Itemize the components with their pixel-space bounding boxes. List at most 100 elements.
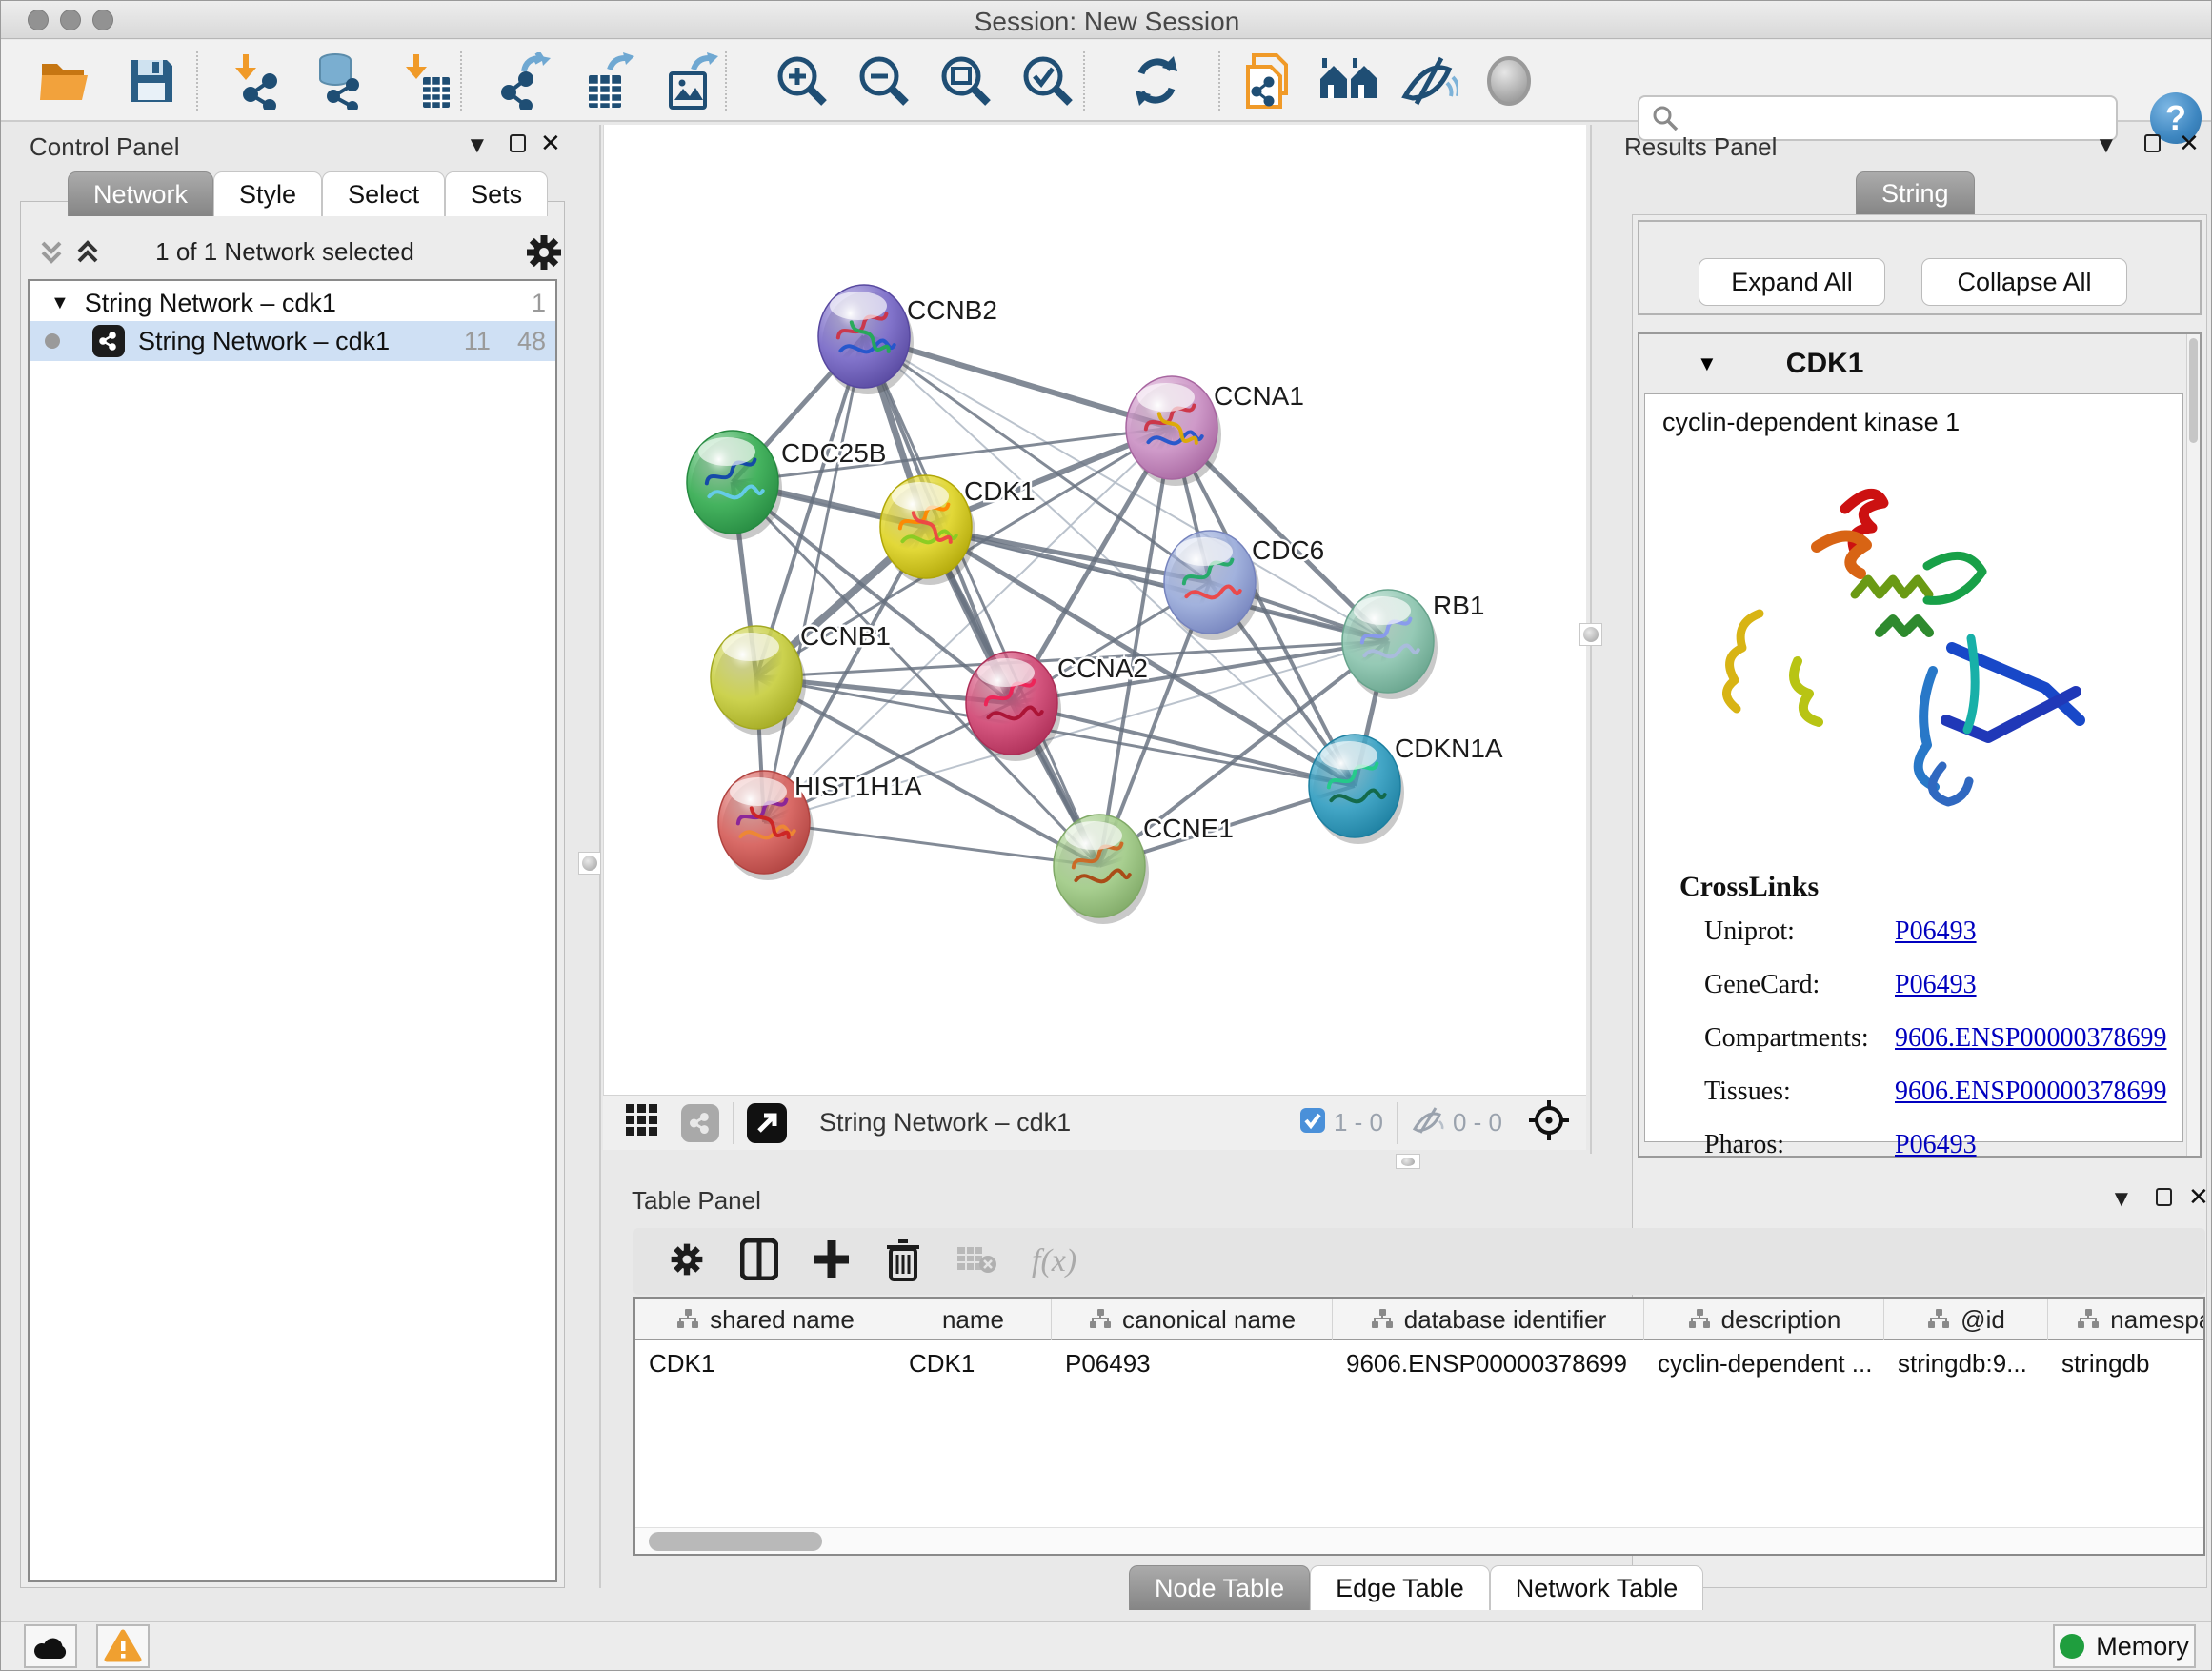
network-node-RB1[interactable] bbox=[1342, 590, 1438, 699]
zoom-out-icon[interactable] bbox=[853, 50, 915, 112]
table-cell[interactable]: P06493 bbox=[1052, 1344, 1333, 1382]
grid-view-icon[interactable] bbox=[624, 1102, 660, 1143]
column-header-database-identifier[interactable]: database identifier bbox=[1333, 1299, 1644, 1340]
expand-all-button[interactable]: Expand All bbox=[1699, 258, 1885, 306]
table-cell[interactable]: cyclin-dependent ... bbox=[1644, 1344, 1884, 1382]
table-panel-close-icon[interactable]: ✕ bbox=[2188, 1182, 2209, 1212]
crosslink-value-link[interactable]: 9606.ENSP00000378699 bbox=[1895, 1023, 2166, 1054]
zoom-in-icon[interactable] bbox=[771, 50, 834, 112]
crosslink-value-link[interactable]: P06493 bbox=[1895, 1130, 1977, 1160]
network-row[interactable]: String Network – cdk1 11 48 bbox=[30, 321, 555, 361]
column-header-name[interactable]: name bbox=[895, 1299, 1052, 1340]
network-node-CCNA1[interactable] bbox=[1126, 376, 1221, 486]
column-header-description[interactable]: description bbox=[1644, 1299, 1884, 1340]
zoom-selected-icon[interactable] bbox=[1016, 50, 1079, 112]
collection-expand-icon[interactable]: ▼ bbox=[50, 292, 70, 314]
collapse-entry-icon[interactable]: ▼ bbox=[1697, 352, 1718, 376]
zoom-fit-icon[interactable] bbox=[935, 50, 997, 112]
result-card-header[interactable]: ▼ CDK1 bbox=[1639, 334, 2200, 393]
table-settings-gear-icon[interactable] bbox=[668, 1240, 706, 1283]
right-splitter-handle[interactable] bbox=[1579, 623, 1602, 646]
table-horizontal-scrollbar[interactable] bbox=[635, 1527, 2203, 1554]
results-panel-title: Results Panel bbox=[1624, 132, 1777, 162]
column-header-shared-name[interactable]: shared name bbox=[635, 1299, 895, 1340]
show-all-panels-icon[interactable] bbox=[1317, 50, 1380, 112]
collapse-all-tree-icon[interactable] bbox=[35, 235, 68, 274]
table-cell[interactable]: 9606.ENSP00000378699 bbox=[1333, 1344, 1644, 1382]
control-panel-menu-icon[interactable]: ▼ bbox=[466, 132, 489, 159]
results-scrollbar[interactable] bbox=[2186, 334, 2200, 1156]
tab-network-table[interactable]: Network Table bbox=[1490, 1565, 1704, 1610]
network-node-CDC25B[interactable] bbox=[687, 431, 782, 540]
table-cell[interactable]: stringdb:9... bbox=[1884, 1344, 2048, 1382]
table-panel-float-icon[interactable] bbox=[2156, 1188, 2172, 1206]
control-panel-float-icon[interactable] bbox=[510, 134, 526, 152]
table-toolbar: f(x) bbox=[633, 1228, 2205, 1295]
export-network-icon[interactable] bbox=[494, 50, 557, 112]
left-splitter-handle[interactable] bbox=[578, 852, 601, 875]
results-panel-close-icon[interactable]: ✕ bbox=[2179, 129, 2200, 158]
apply-layout-icon[interactable] bbox=[1125, 50, 1188, 112]
tab-string[interactable]: String bbox=[1856, 171, 1975, 215]
table-cell[interactable]: CDK1 bbox=[635, 1344, 895, 1382]
export-image-icon[interactable] bbox=[660, 50, 723, 112]
network-node-CCNB2[interactable] bbox=[818, 285, 914, 394]
warnings-button[interactable] bbox=[96, 1624, 150, 1668]
delete-column-icon[interactable] bbox=[885, 1238, 921, 1286]
tab-network[interactable]: Network bbox=[68, 171, 213, 216]
control-panel-close-icon[interactable]: ✕ bbox=[540, 129, 561, 158]
network-options-gear-icon[interactable] bbox=[523, 232, 565, 278]
network-collection-row[interactable]: ▼ String Network – cdk1 1 bbox=[30, 281, 555, 321]
network-canvas[interactable]: CCNB2CCNA1CDC25BCDK1CDC6RB1CCNB1CCNA2CDK… bbox=[603, 125, 1586, 1095]
network-node-CCNE1[interactable] bbox=[1054, 815, 1149, 924]
open-session-icon[interactable] bbox=[34, 50, 97, 112]
export-table-icon[interactable] bbox=[578, 50, 641, 112]
bottom-splitter-handle[interactable] bbox=[1396, 1154, 1420, 1169]
crosslink-value-link[interactable]: P06493 bbox=[1895, 970, 1977, 1000]
import-network-file-icon[interactable] bbox=[225, 50, 288, 112]
network-edge-CCNB2-HIST1H1A[interactable] bbox=[764, 336, 864, 822]
result-card-content: cyclin-dependent kinase 1 CrossLinks Uni… bbox=[1644, 393, 2183, 1142]
node-label-CCNA1: CCNA1 bbox=[1214, 381, 1304, 411]
network-node-CDKN1A[interactable] bbox=[1309, 735, 1404, 844]
tab-node-table[interactable]: Node Table bbox=[1129, 1565, 1310, 1610]
add-column-icon[interactable] bbox=[813, 1238, 851, 1285]
tab-select[interactable]: Select bbox=[322, 171, 445, 216]
table-panel-menu-icon[interactable]: ▼ bbox=[2110, 1186, 2133, 1213]
results-panel-menu-icon[interactable]: ▼ bbox=[2095, 132, 2118, 159]
network-share-view-icon[interactable] bbox=[681, 1104, 719, 1142]
show-columns-icon[interactable] bbox=[740, 1238, 778, 1285]
selected-checkbox-icon[interactable] bbox=[1299, 1107, 1326, 1138]
clone-network-view-icon[interactable] bbox=[1237, 50, 1300, 112]
expand-all-tree-icon[interactable] bbox=[71, 235, 104, 274]
tab-style[interactable]: Style bbox=[213, 171, 322, 216]
search-input[interactable] bbox=[1679, 103, 2089, 134]
crosslink-value-link[interactable]: P06493 bbox=[1895, 916, 1977, 947]
import-network-database-icon[interactable] bbox=[306, 50, 369, 112]
tab-sets[interactable]: Sets bbox=[445, 171, 548, 216]
column-header-namespace[interactable]: namespace bbox=[2048, 1299, 2205, 1340]
fit-selected-crosshair-icon[interactable] bbox=[1527, 1098, 1571, 1147]
network-node-CCNA2[interactable] bbox=[966, 652, 1061, 761]
import-table-icon[interactable] bbox=[393, 50, 456, 112]
collapse-all-button[interactable]: Collapse All bbox=[1921, 258, 2127, 306]
scrollbar-thumb[interactable] bbox=[649, 1532, 822, 1551]
memory-button[interactable]: Memory bbox=[2053, 1624, 2196, 1668]
crosslink-value-link[interactable]: 9606.ENSP00000378699 bbox=[1895, 1077, 2166, 1107]
shared-column-icon bbox=[1370, 1308, 1395, 1331]
cloud-services-button[interactable] bbox=[24, 1624, 77, 1668]
column-header-@id[interactable]: @id bbox=[1884, 1299, 2048, 1340]
hide-panels-icon[interactable] bbox=[1398, 50, 1460, 112]
table-cell[interactable]: stringdb bbox=[2048, 1344, 2205, 1382]
network-node-CDK1[interactable] bbox=[880, 475, 975, 585]
network-edge-count: 48 bbox=[517, 327, 546, 356]
save-session-icon[interactable] bbox=[120, 50, 183, 112]
crosslink-label: Compartments: bbox=[1704, 1023, 1895, 1054]
network-edge-HIST1H1A-CCNE1[interactable] bbox=[764, 822, 1099, 866]
birdseye-view-icon[interactable] bbox=[747, 1103, 787, 1143]
results-panel-float-icon[interactable] bbox=[2144, 134, 2161, 152]
column-header-canonical-name[interactable]: canonical name bbox=[1052, 1299, 1333, 1340]
table-cell[interactable]: CDK1 bbox=[895, 1344, 1052, 1382]
tab-edge-table[interactable]: Edge Table bbox=[1310, 1565, 1490, 1610]
shared-column-icon bbox=[2076, 1308, 2101, 1331]
